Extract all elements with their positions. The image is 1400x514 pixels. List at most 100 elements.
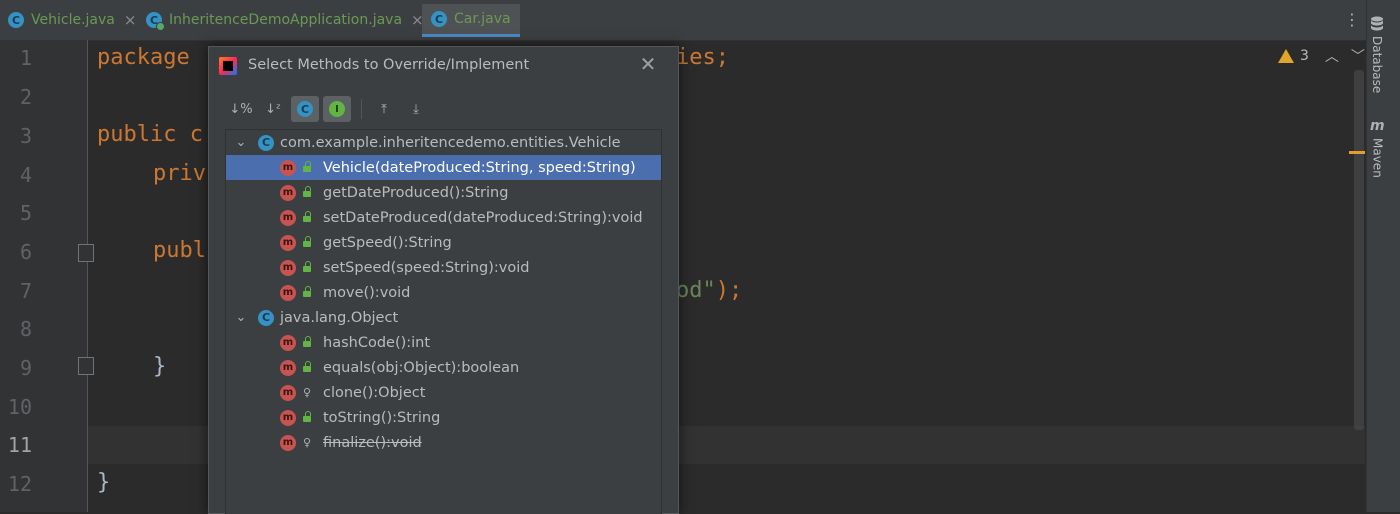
editor-tab-bar: C Vehicle.java × C InheritenceDemoApplic… bbox=[0, 0, 1366, 41]
method-icon: m bbox=[280, 209, 296, 226]
dialog-title: Select Methods to Override/Implement bbox=[248, 57, 530, 73]
method-icon: m bbox=[280, 234, 296, 251]
line-number: 4 bbox=[19, 163, 32, 187]
tab-car-java[interactable]: C Car.java bbox=[422, 4, 520, 37]
methods-tree[interactable]: ⌄ C com.example.inheritencedemo.entities… bbox=[225, 129, 662, 514]
method-icon: m bbox=[280, 284, 296, 301]
method-row[interactable]: m setDateProduced(dateProduced:String):v… bbox=[226, 205, 661, 230]
method-row[interactable]: m getSpeed():String bbox=[226, 230, 661, 255]
override-methods-dialog: Select Methods to Override/Implement ✕ ↓… bbox=[208, 46, 679, 514]
inspection-widget[interactable]: 3 ︿ ﹀ bbox=[1278, 46, 1365, 66]
more-tabs-icon[interactable]: ⋮ bbox=[1344, 10, 1360, 30]
tab-label: Car.java bbox=[454, 11, 511, 27]
public-visibility-icon bbox=[302, 335, 312, 348]
method-row[interactable]: m ♀ finalize():void bbox=[226, 430, 661, 455]
previous-highlight-icon[interactable]: ︿ bbox=[1325, 46, 1339, 66]
method-label: setDateProduced(dateProduced:String):voi… bbox=[323, 209, 643, 226]
maven-tool-button[interactable]: m Maven bbox=[1370, 118, 1385, 178]
database-tool-button[interactable]: Database bbox=[1370, 16, 1384, 93]
class-name: java.lang.Object bbox=[280, 309, 399, 326]
warning-marker[interactable] bbox=[1349, 151, 1365, 154]
close-icon[interactable]: ✕ bbox=[637, 53, 659, 75]
method-label: getSpeed():String bbox=[323, 234, 452, 251]
collapse-all-button[interactable]: ⤓ bbox=[402, 96, 430, 122]
method-row[interactable]: m getDateProduced():String bbox=[226, 180, 661, 205]
protected-visibility-icon: ♀ bbox=[302, 436, 312, 449]
method-icon: m bbox=[280, 184, 296, 201]
method-icon: m bbox=[280, 409, 296, 426]
chevron-down-icon[interactable]: ⌄ bbox=[234, 310, 248, 325]
expand-all-button[interactable]: ⤒ bbox=[370, 96, 398, 122]
tree-group-object[interactable]: ⌄ C java.lang.Object bbox=[226, 305, 661, 330]
method-row[interactable]: m Vehicle(dateProduced:String, speed:Str… bbox=[226, 155, 661, 180]
show-interfaces-button[interactable]: I bbox=[323, 96, 351, 122]
chevron-down-icon[interactable]: ⌄ bbox=[234, 135, 248, 150]
method-row[interactable]: m equals(obj:Object):boolean bbox=[226, 355, 661, 380]
method-icon: m bbox=[280, 384, 296, 401]
method-row[interactable]: m ♀ clone():Object bbox=[226, 380, 661, 405]
method-label: getDateProduced():String bbox=[323, 184, 509, 201]
line-number: 12 bbox=[7, 472, 32, 496]
code-line-tail[interactable]: ies; bbox=[676, 45, 729, 70]
close-icon[interactable]: × bbox=[124, 11, 137, 29]
public-visibility-icon bbox=[302, 285, 312, 298]
method-row[interactable]: m toString():String bbox=[226, 405, 661, 430]
sort-alphabetically-button[interactable]: ↓ᶻ bbox=[259, 96, 287, 122]
method-label: Vehicle(dateProduced:String, speed:Strin… bbox=[323, 159, 636, 176]
code-line[interactable]: publ bbox=[153, 238, 206, 263]
method-label-deprecated: finalize():void bbox=[323, 434, 422, 451]
line-number: 8 bbox=[19, 317, 32, 341]
code-line-tail[interactable]: od"); bbox=[676, 278, 742, 303]
right-tool-strip: Database m Maven bbox=[1366, 0, 1400, 512]
tab-inheritencedemoapplication-java[interactable]: C InheritenceDemoApplication.java × bbox=[146, 4, 424, 36]
method-row[interactable]: m hashCode():int bbox=[226, 330, 661, 355]
class-name: com.example.inheritencedemo.entities.Veh… bbox=[280, 134, 621, 151]
sort-alpha-icon: ↓ᶻ bbox=[265, 101, 281, 117]
intellij-logo-icon bbox=[219, 57, 237, 75]
line-number: 1 bbox=[19, 46, 32, 70]
show-classes-button[interactable]: C bbox=[291, 96, 319, 122]
editor-scrollbar[interactable] bbox=[1354, 70, 1364, 430]
method-icon: m bbox=[280, 434, 296, 451]
method-row[interactable]: m setSpeed(speed:String):void bbox=[226, 255, 661, 280]
method-label: clone():Object bbox=[323, 384, 426, 401]
toolbar-separator bbox=[361, 99, 362, 119]
line-number: 2 bbox=[19, 85, 32, 109]
maven-tool-label: Maven bbox=[1370, 138, 1385, 178]
public-visibility-icon bbox=[302, 210, 312, 223]
warning-icon bbox=[1278, 49, 1294, 63]
public-visibility-icon bbox=[302, 185, 312, 198]
tree-group-vehicle[interactable]: ⌄ C com.example.inheritencedemo.entities… bbox=[226, 130, 661, 155]
class-icon: C bbox=[297, 101, 313, 117]
code-line[interactable]: package bbox=[97, 45, 190, 70]
method-label: move():void bbox=[323, 284, 411, 301]
class-icon: C bbox=[8, 12, 24, 28]
tab-vehicle-java[interactable]: C Vehicle.java × bbox=[8, 4, 136, 36]
sort-by-visibility-button[interactable]: ↓% bbox=[227, 96, 255, 122]
warning-count: 3 bbox=[1300, 48, 1309, 64]
code-line[interactable]: priv bbox=[153, 161, 206, 186]
method-row[interactable]: m move():void bbox=[226, 280, 661, 305]
code-line[interactable]: public c bbox=[97, 122, 203, 147]
fold-toggle-icon[interactable] bbox=[78, 357, 94, 375]
line-number: 7 bbox=[19, 279, 32, 303]
method-label: setSpeed(speed:String):void bbox=[323, 259, 530, 276]
interface-icon: I bbox=[329, 101, 345, 117]
run-class-icon: C bbox=[146, 12, 165, 31]
public-visibility-icon bbox=[302, 235, 312, 248]
fold-toggle-icon[interactable] bbox=[78, 244, 94, 262]
line-number: 11 bbox=[7, 433, 32, 457]
line-number: 9 bbox=[19, 356, 32, 380]
maven-icon: m bbox=[1370, 118, 1385, 134]
public-visibility-icon bbox=[302, 160, 312, 173]
tab-label: Vehicle.java bbox=[31, 12, 115, 28]
sort-visibility-icon: ↓% bbox=[229, 101, 253, 117]
collapse-all-icon: ⤓ bbox=[413, 101, 419, 117]
code-line[interactable]: } bbox=[97, 470, 110, 495]
line-number: 3 bbox=[19, 124, 32, 148]
next-highlight-icon[interactable]: ﹀ bbox=[1351, 46, 1365, 66]
method-label: hashCode():int bbox=[323, 334, 431, 351]
code-line[interactable]: } bbox=[153, 354, 166, 379]
database-tool-label: Database bbox=[1370, 36, 1384, 94]
line-number: 5 bbox=[19, 201, 32, 225]
